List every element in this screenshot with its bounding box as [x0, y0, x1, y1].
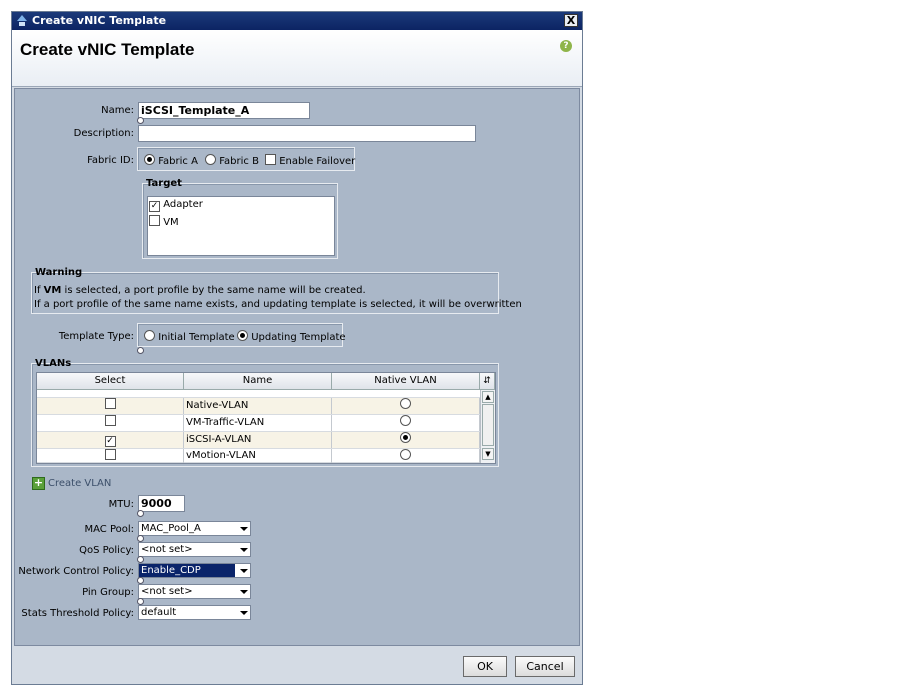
- native-vlan-cell[interactable]: [332, 398, 480, 414]
- table-row[interactable]: VM-Traffic-VLAN: [37, 415, 480, 432]
- page-title: Create vNIC Template: [20, 40, 195, 59]
- vlan-name-cell: vMotion-VLAN: [184, 449, 332, 463]
- description-input[interactable]: [138, 125, 476, 142]
- vertical-scrollbar[interactable]: ▲ ▼: [480, 390, 495, 463]
- fabric-b-radio[interactable]: Fabric B: [205, 154, 259, 167]
- required-marker: [137, 598, 144, 605]
- required-marker: [137, 347, 144, 354]
- vlan-name-cell: iSCSI-A-VLAN: [184, 432, 332, 448]
- cancel-button[interactable]: Cancel: [515, 656, 575, 677]
- stats-threshold-policy-label: Stats Threshold Policy:: [21, 608, 134, 619]
- native-vlan-cell[interactable]: [332, 415, 480, 431]
- mtu-label: MTU:: [108, 499, 134, 510]
- updating-template-radio[interactable]: Updating Template: [237, 330, 346, 343]
- network-control-policy-select[interactable]: Enable_CDP: [138, 563, 251, 578]
- select-cell[interactable]: [37, 398, 184, 414]
- scroll-thumb[interactable]: [482, 404, 494, 446]
- table-row[interactable]: vMotion-VLAN: [37, 449, 480, 463]
- table-row[interactable]: Native-VLAN: [37, 398, 480, 415]
- vlan-name-cell: Native-VLAN: [184, 398, 332, 414]
- vlan-name-cell: VM-Traffic-VLAN: [184, 415, 332, 431]
- name-input[interactable]: iSCSI_Template_A: [138, 102, 310, 119]
- target-vm-checkbox[interactable]: VM: [149, 215, 179, 228]
- mtu-input[interactable]: 9000: [138, 495, 185, 512]
- vlans-legend: VLANs: [35, 358, 72, 369]
- dialog-header: Create vNIC Template ?: [12, 30, 582, 87]
- form-panel: Name: iSCSI_Template_A Description: Fabr…: [14, 88, 580, 646]
- chevron-down-icon[interactable]: [237, 564, 250, 577]
- pin-group-select[interactable]: <not set>: [138, 584, 251, 599]
- scroll-up-icon[interactable]: ▲: [482, 391, 494, 403]
- native-vlan-cell[interactable]: [332, 432, 480, 448]
- required-marker: [137, 577, 144, 584]
- qos-policy-label: QoS Policy:: [79, 545, 134, 556]
- target-adapter-checkbox[interactable]: ✓ Adapter: [149, 199, 203, 212]
- pin-group-label: Pin Group:: [82, 587, 134, 598]
- title-bar[interactable]: Create vNIC Template X: [12, 12, 582, 30]
- fabric-id-label: Fabric ID:: [87, 155, 134, 166]
- chevron-down-icon[interactable]: [237, 543, 250, 556]
- required-marker: [137, 117, 144, 124]
- required-marker: [137, 556, 144, 563]
- enable-failover-checkbox[interactable]: Enable Failover: [265, 154, 355, 167]
- name-label: Name:: [101, 105, 134, 116]
- native-vlan-cell[interactable]: [332, 449, 480, 463]
- close-button[interactable]: X: [564, 14, 578, 27]
- table-row-partial: [37, 390, 480, 398]
- column-header-select[interactable]: Select: [37, 373, 184, 390]
- table-row[interactable]: ✓ iSCSI-A-VLAN: [37, 432, 480, 449]
- plus-icon[interactable]: +: [32, 477, 45, 490]
- warning-line-2: If a port profile of the same name exist…: [34, 299, 522, 310]
- description-label: Description:: [73, 128, 134, 139]
- select-cell[interactable]: [37, 449, 184, 463]
- stats-threshold-policy-select[interactable]: default: [138, 605, 251, 620]
- select-cell[interactable]: [37, 415, 184, 431]
- required-marker: [137, 535, 144, 542]
- template-type-label: Template Type:: [58, 331, 134, 342]
- target-legend: Target: [146, 178, 182, 189]
- window-title: Create vNIC Template: [32, 14, 167, 27]
- qos-policy-select[interactable]: <not set>: [138, 542, 251, 557]
- chevron-down-icon[interactable]: [237, 585, 250, 598]
- mac-pool-label: MAC Pool:: [84, 524, 134, 535]
- fabric-a-radio[interactable]: Fabric A: [144, 154, 198, 167]
- chevron-down-icon[interactable]: [237, 606, 250, 619]
- warning-line-1: If VM is selected, a port profile by the…: [34, 285, 366, 296]
- dialog-footer: OK Cancel: [12, 648, 582, 684]
- column-header-native-vlan[interactable]: Native VLAN: [332, 373, 480, 390]
- vlans-table: Select Name Native VLAN ⇵ Native-VLAN VM…: [36, 372, 496, 464]
- help-icon[interactable]: ?: [560, 40, 572, 52]
- ok-button[interactable]: OK: [463, 656, 507, 677]
- warning-legend: Warning: [35, 267, 83, 278]
- required-marker: [137, 510, 144, 517]
- mac-pool-select[interactable]: MAC_Pool_A: [138, 521, 251, 536]
- network-control-policy-label: Network Control Policy:: [18, 566, 134, 577]
- dialog-window: Create vNIC Template X Create vNIC Templ…: [11, 11, 583, 685]
- initial-template-radio[interactable]: Initial Template: [144, 330, 235, 343]
- app-icon: [17, 15, 27, 26]
- column-chooser-icon[interactable]: ⇵: [480, 373, 495, 390]
- column-header-name[interactable]: Name: [184, 373, 332, 390]
- select-cell[interactable]: ✓: [37, 432, 184, 448]
- scroll-down-icon[interactable]: ▼: [482, 448, 494, 460]
- create-vlan-link[interactable]: Create VLAN: [48, 478, 111, 489]
- chevron-down-icon[interactable]: [237, 522, 250, 535]
